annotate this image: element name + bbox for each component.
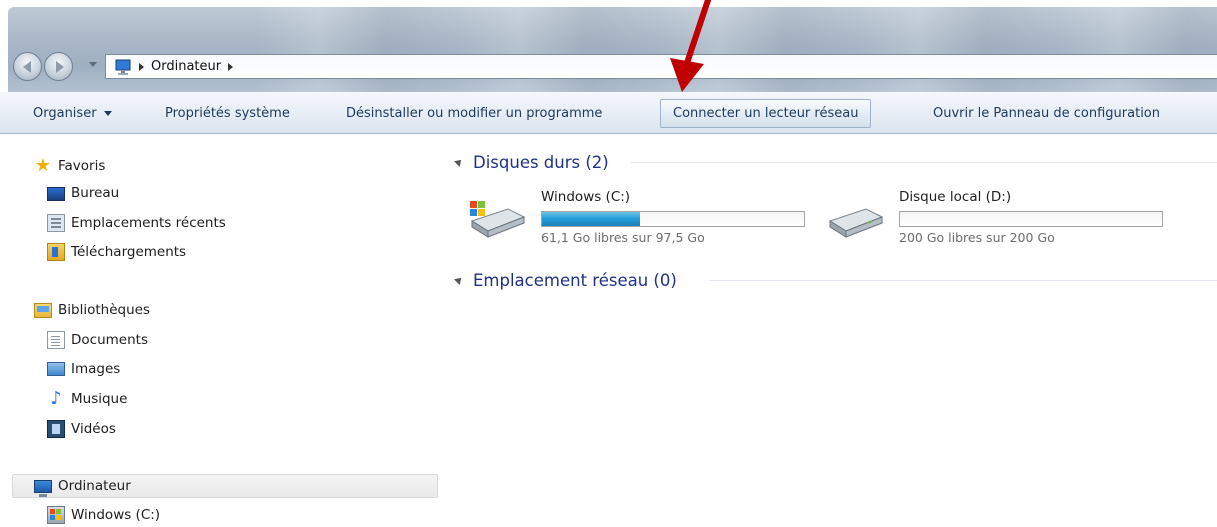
organize-label: Organiser xyxy=(33,106,97,121)
group-divider xyxy=(709,280,1217,281)
sidebar-libraries[interactable]: Bibliothèques xyxy=(34,298,150,322)
drive-name: Disque local (D:) xyxy=(899,189,1012,205)
forward-button[interactable] xyxy=(44,52,73,81)
sidebar-item-videos[interactable]: Vidéos xyxy=(47,417,116,441)
sidebar-computer[interactable]: Ordinateur xyxy=(12,474,438,498)
collapse-arrow-icon[interactable] xyxy=(454,157,464,167)
breadcrumb-computer[interactable]: Ordinateur xyxy=(151,59,221,74)
back-button[interactable] xyxy=(13,52,42,81)
organize-menu-button[interactable]: Organiser xyxy=(24,99,121,128)
back-arrow-icon xyxy=(23,61,31,73)
sidebar-computer-label: Ordinateur xyxy=(58,478,131,494)
sidebar-item-label: Documents xyxy=(71,332,148,348)
system-properties-button[interactable]: Propriétés système xyxy=(156,99,299,128)
uninstall-program-button[interactable]: Désinstaller ou modifier un programme xyxy=(337,99,611,128)
sidebar-item-label: Emplacements récents xyxy=(71,215,226,231)
title-bar: Ordinateur xyxy=(0,0,1217,92)
open-control-panel-button[interactable]: Ouvrir le Panneau de configuration xyxy=(924,99,1169,128)
drive-free-space: 61,1 Go libres sur 97,5 Go xyxy=(541,230,705,245)
windows-drive-icon xyxy=(47,506,65,524)
sidebar-libraries-label: Bibliothèques xyxy=(58,302,150,318)
drive-item-d[interactable]: Disque local (D:) 200 Go libres sur 200 … xyxy=(826,189,1176,249)
drive-usage-fill xyxy=(542,212,640,226)
sidebar-item-label: Windows (C:) xyxy=(71,507,161,523)
sidebar-item-label: Vidéos xyxy=(71,421,116,437)
map-network-drive-button[interactable]: Connecter un lecteur réseau xyxy=(660,99,872,128)
drive-item-c[interactable]: Windows (C:) 61,1 Go libres sur 97,5 Go xyxy=(468,189,818,249)
drive-free-space: 200 Go libres sur 200 Go xyxy=(899,230,1055,245)
drive-name: Windows (C:) xyxy=(541,189,631,205)
forward-arrow-icon xyxy=(56,61,64,73)
sidebar-favorites[interactable]: ★ Favoris xyxy=(34,154,105,178)
sidebar-item-music[interactable]: ♪ Musique xyxy=(47,387,127,411)
hard-drive-icon xyxy=(828,208,884,238)
chevron-down-icon xyxy=(103,111,112,116)
group-divider xyxy=(631,162,1217,163)
command-bar: Organiser Propriétés système Désinstalle… xyxy=(0,92,1217,134)
sidebar-item-label: Musique xyxy=(71,391,128,407)
drive-usage-bar xyxy=(541,211,805,227)
breadcrumb-separator-icon[interactable] xyxy=(139,62,144,71)
libraries-icon xyxy=(34,302,52,318)
desktop-icon xyxy=(47,187,65,201)
sidebar-item-desktop[interactable]: Bureau xyxy=(47,181,119,205)
group-title: Disques durs (2) xyxy=(473,152,609,172)
drive-usage-bar xyxy=(899,211,1163,227)
documents-icon xyxy=(47,331,65,349)
breadcrumb-separator-icon[interactable] xyxy=(228,62,234,71)
sidebar-item-label: Téléchargements xyxy=(71,244,187,260)
annotation-arrow-icon xyxy=(670,0,711,92)
images-icon xyxy=(47,362,65,376)
group-header-hard-disks[interactable]: Disques durs (2) xyxy=(454,151,609,173)
navigation-pane: ★ Favoris Bureau Emplacements récents Té… xyxy=(0,134,440,527)
window-frame xyxy=(8,7,1217,92)
sidebar-item-documents[interactable]: Documents xyxy=(47,328,148,352)
sidebar-favorites-label: Favoris xyxy=(58,158,106,174)
music-icon: ♪ xyxy=(50,388,62,409)
sidebar-item-label: Images xyxy=(71,361,121,377)
sidebar-item-windows-drive[interactable]: Windows (C:) xyxy=(47,503,160,527)
collapse-arrow-icon[interactable] xyxy=(454,275,464,285)
sidebar-item-recent-places[interactable]: Emplacements récents xyxy=(47,211,226,235)
group-header-network-locations[interactable]: Emplacement réseau (0) xyxy=(454,269,677,291)
content-pane: Disques durs (2) Windows (C:) 61,1 Go li… xyxy=(441,134,1217,527)
sidebar-item-downloads[interactable]: Téléchargements xyxy=(47,240,186,264)
recent-pages-dropdown-icon[interactable] xyxy=(89,62,97,67)
downloads-icon xyxy=(47,243,65,261)
star-icon: ★ xyxy=(34,155,52,176)
computer-icon xyxy=(34,480,52,497)
sidebar-item-label: Bureau xyxy=(71,185,120,201)
recent-places-icon xyxy=(47,214,65,232)
group-title: Emplacement réseau (0) xyxy=(473,270,677,290)
videos-icon xyxy=(47,420,65,438)
computer-icon xyxy=(114,59,132,75)
sidebar-item-images[interactable]: Images xyxy=(47,357,120,381)
hard-drive-icon xyxy=(470,201,526,238)
